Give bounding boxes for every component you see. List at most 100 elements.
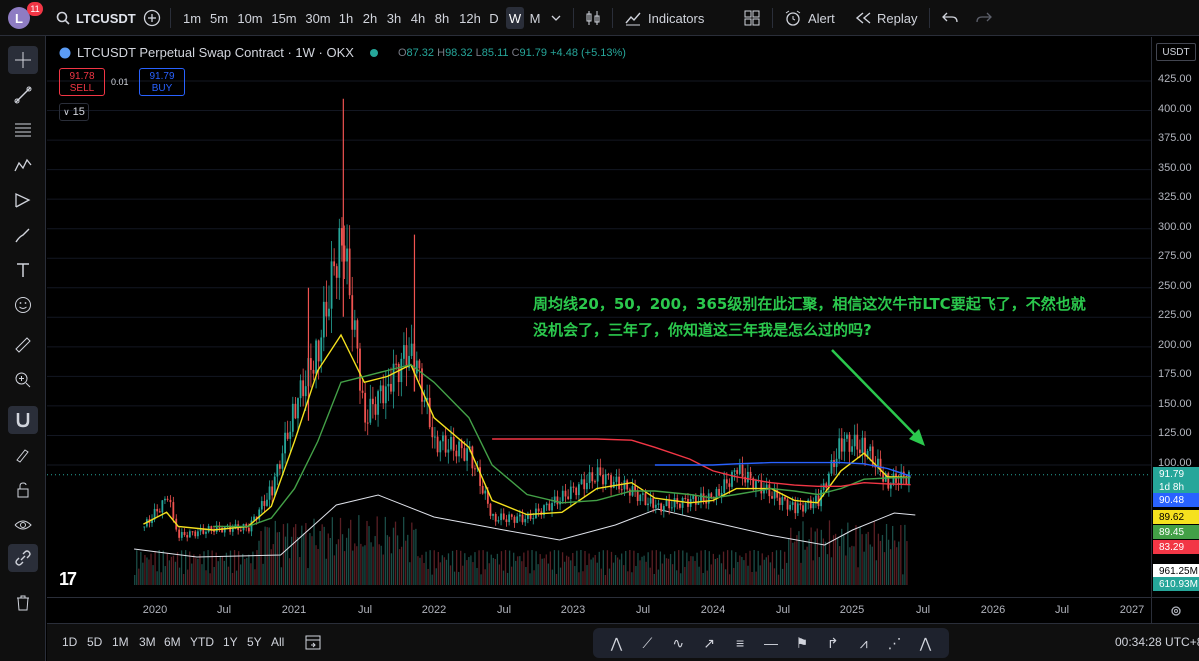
range-1D[interactable]: 1D [62,635,77,649]
price-axis[interactable]: USDT 425.00 400.00 375.00 350.00 325.00 300.0… [1151,37,1199,597]
magnet-tool[interactable] [8,406,38,434]
timeframe-2h[interactable]: 2h [361,7,379,29]
candle-body [405,345,408,368]
volume-bar [779,550,782,585]
timeframe-W[interactable]: W [506,7,524,29]
volume-bar [360,543,362,585]
pattern-tool[interactable] [8,151,38,179]
alert-button[interactable]: Alert [784,7,835,29]
volume-bar [627,571,629,585]
settings-button[interactable] [1151,597,1199,623]
timeframe-D[interactable]: D [487,7,501,29]
volume-bar [859,527,861,585]
remove-drawings[interactable] [8,589,38,617]
volume-bar [763,559,765,585]
symbol-search[interactable]: LTCUSDT [56,8,136,28]
candle-body [620,489,623,491]
crosshair-tool[interactable] [8,46,38,74]
volume-bar [902,574,904,585]
undo-button[interactable] [940,7,960,29]
buy-button[interactable]: 91.79 BUY [139,68,185,96]
range-All[interactable]: All [271,635,284,649]
timeframe-3h[interactable]: 3h [385,7,403,29]
volume-bar [472,562,474,585]
compare-symbol-button[interactable] [142,7,162,29]
range-1M[interactable]: 1M [112,635,129,649]
candle-body [718,488,720,496]
emoji-tool[interactable] [8,291,38,319]
timeframe-dropdown[interactable] [548,7,564,29]
timeframe-5m[interactable]: 5m [208,7,230,29]
brush-tool[interactable] [8,221,38,249]
indicators-toggle[interactable]: ∨ 15 [59,103,89,121]
clock[interactable]: 00:34:28 UTC+8 [1115,635,1199,649]
timeframe-8h[interactable]: 8h [433,7,451,29]
fib-tool[interactable] [8,116,38,144]
volume-bar [323,526,325,585]
volume-bar [174,561,177,585]
chart-pane[interactable]: LTCUSDT Perpetual Swap Contract · 1W · O… [47,37,1151,597]
ray-icon[interactable]: ↗ [698,635,720,652]
time-axis[interactable]: 2020 Jul 2021 Jul 2022 Jul 2023 Jul 2024 Jul 2025 J… [47,597,1151,623]
candle-body [731,471,733,487]
pattern-icon[interactable]: ⋀ [605,635,627,652]
timeframe-1h[interactable]: 1h [337,7,355,29]
timeframe-10m[interactable]: 10m [236,7,264,29]
text-tool[interactable] [8,256,38,284]
abc-pattern-icon[interactable]: ⋀ [915,635,937,652]
prediction-tool[interactable] [8,186,38,214]
volume-bar [621,553,623,585]
volume-bar [892,525,894,585]
volume-bar [350,519,352,585]
volume-bar [618,559,621,585]
flag-icon[interactable]: ⚑ [791,635,813,652]
redo-button[interactable] [974,7,994,29]
tradingview-logo[interactable]: 17 [59,569,77,590]
candle-body [335,266,338,278]
timeframe-15m[interactable]: 15m [270,7,298,29]
layouts-button[interactable] [742,7,762,29]
range-3M[interactable]: 3M [139,635,156,649]
lock-drawings[interactable] [8,476,38,504]
hide-drawings[interactable] [8,511,38,539]
arrow-icon[interactable]: ↱ [822,635,844,652]
wave-icon[interactable]: ∿ [667,635,689,652]
candle-body [494,514,497,522]
go-to-date-button[interactable] [303,632,323,652]
stay-in-drawing-mode[interactable] [8,441,38,469]
range-YTD[interactable]: YTD [190,635,214,649]
volume-bar [712,553,715,585]
volume-bar [242,553,244,585]
candle-body [384,386,387,404]
candle-body [271,486,274,496]
candle-body [291,403,294,432]
volume-bar [629,550,631,585]
chart-annotation[interactable]: 周均线20，50，200，365级别在此汇聚，相信这次牛市LTC要起飞了，不然也… [533,291,1133,343]
timeframe-30m[interactable]: 30m [303,7,333,29]
horizontal-line-icon[interactable]: — [760,635,782,651]
chart-type-button[interactable] [583,7,603,29]
volume-bar [176,552,179,585]
zigzag-icon[interactable]: ⩘ [853,635,875,652]
currency-button[interactable]: USDT [1156,43,1196,61]
range-5Y[interactable]: 5Y [247,635,262,649]
measure-tool[interactable] [8,331,38,359]
timeframe-4h[interactable]: 4h [409,7,427,29]
timeframe-M[interactable]: M [528,7,542,29]
fan-icon[interactable]: ⋰ [884,635,906,652]
timeframe-12h[interactable]: 12h [458,7,482,29]
range-1Y[interactable]: 1Y [223,635,238,649]
replay-button[interactable]: Replay [855,7,917,29]
sync-drawings[interactable] [8,544,38,572]
timeframe-1m[interactable]: 1m [181,7,203,29]
volume-bar [875,560,878,585]
volume-bar [563,561,566,585]
indicators-button[interactable]: Indicators [624,7,704,29]
horizontal-lines-icon[interactable]: ≡ [729,635,751,651]
zoom-tool[interactable] [8,366,38,394]
range-6M[interactable]: 6M [164,635,181,649]
trend-line-tool[interactable] [8,81,38,109]
range-5D[interactable]: 5D [87,635,102,649]
sell-button[interactable]: 91.78 SELL [59,68,105,96]
trend-line-icon[interactable]: ⟋ [636,635,658,652]
